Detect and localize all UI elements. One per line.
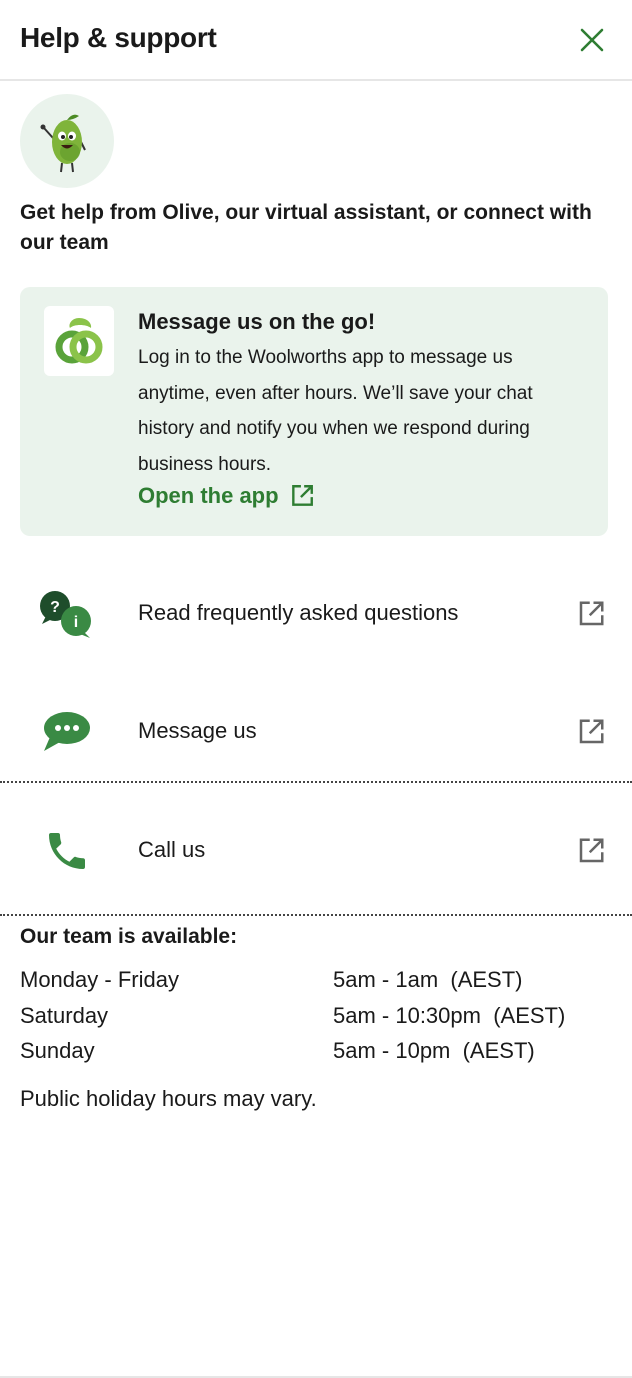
message-us-option[interactable]: Message us (0, 681, 632, 781)
holiday-note: Public holiday hours may vary. (20, 1086, 317, 1111)
intro-text: Get help from Olive, our virtual assista… (20, 201, 592, 254)
external-link-icon (291, 485, 313, 506)
promo-title: Message us on the go! (138, 309, 376, 334)
hours-day: Saturday (20, 1003, 109, 1028)
hours-day: Monday - Friday (20, 967, 179, 992)
faq-option[interactable]: ? i Read frequently asked questions (0, 563, 632, 663)
page-title: Help & support (20, 22, 217, 53)
close-button[interactable] (572, 20, 612, 60)
open-app-label: Open the app (138, 483, 279, 508)
call-us-label: Call us (138, 837, 206, 862)
message-bubble-icon (38, 703, 96, 761)
faq-label: Read frequently asked questions (138, 600, 459, 625)
olive-mascot-icon (40, 114, 86, 173)
close-icon (580, 28, 604, 52)
woolworths-logo-icon (55, 318, 103, 364)
message-us-label: Message us (138, 718, 257, 743)
svg-text:?: ? (50, 599, 60, 616)
divider (0, 914, 632, 916)
divider (0, 781, 632, 783)
app-promo-card: Message us on the go! Log in to the Wool… (20, 287, 608, 536)
hours-time: 5am - 1am (AEST) (333, 967, 523, 992)
hours-title: Our team is available: (20, 925, 238, 948)
hours-day: Sunday (20, 1038, 95, 1063)
external-link-icon (579, 838, 604, 863)
faq-chat-icon: ? i (38, 585, 96, 643)
woolworths-logo (44, 306, 114, 376)
phone-icon (38, 822, 96, 880)
hours-time: 5am - 10pm (AEST) (333, 1038, 535, 1063)
external-link-icon (579, 719, 604, 744)
svg-text:i: i (74, 614, 78, 631)
open-app-link[interactable]: Open the app (138, 483, 315, 509)
promo-body: Log in to the Woolworths app to message … (138, 347, 533, 475)
hours-time: 5am - 10:30pm (AEST) (333, 1003, 566, 1028)
header: Help & support (0, 0, 632, 81)
olive-avatar (20, 94, 114, 188)
external-link-icon (579, 601, 604, 626)
call-us-option[interactable]: Call us (0, 800, 632, 900)
